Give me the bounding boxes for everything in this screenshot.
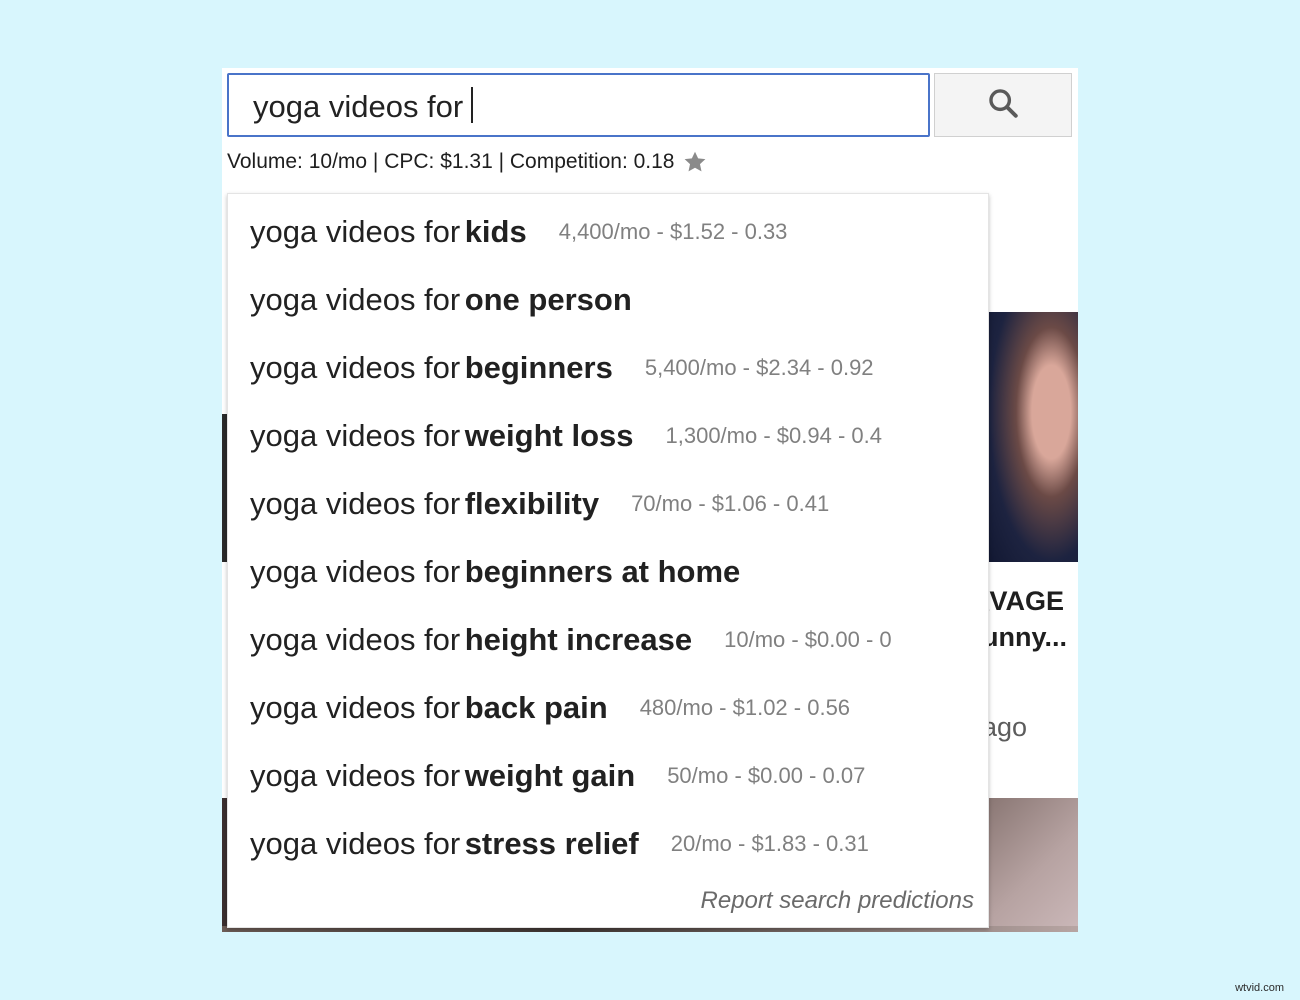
suggestion-prefix: yoga videos for xyxy=(250,486,461,521)
suggestion-completion: stress relief xyxy=(464,826,639,861)
suggestion-completion: back pain xyxy=(464,690,608,725)
suggestion-item[interactable]: yoga videos for stress relief 20/mo - $1.… xyxy=(250,814,869,874)
suggestion-item[interactable]: yoga videos for weight gain 50/mo - $0.00… xyxy=(250,746,865,806)
suggestion-completion: beginners at home xyxy=(464,554,741,589)
suggestion-completion: kids xyxy=(464,214,527,249)
suggestion-item[interactable]: yoga videos for kids 4,400/mo - $1.52 - 0… xyxy=(250,202,787,262)
suggestion-item[interactable]: yoga videos for height increase 10/mo - $… xyxy=(250,610,892,670)
video-meta: ago xyxy=(982,712,1028,742)
suggestion-completion: weight loss xyxy=(464,418,634,453)
suggestion-prefix: yoga videos for xyxy=(250,418,461,453)
suggestion-metrics: 50/mo - $0.00 - 0.07 xyxy=(667,763,866,788)
search-bar: yoga videos for xyxy=(226,72,1074,140)
text-cursor xyxy=(471,87,474,123)
suggestion-completion: flexibility xyxy=(464,486,600,521)
suggestion-completion: one person xyxy=(464,282,632,317)
search-button[interactable] xyxy=(934,73,1072,137)
suggestion-item[interactable]: yoga videos for one person xyxy=(250,270,632,330)
suggestion-metrics: 480/mo - $1.02 - 0.56 xyxy=(639,695,851,720)
report-search-predictions-link[interactable]: Report search predictions xyxy=(701,887,974,915)
suggestion-prefix: yoga videos for xyxy=(250,758,461,793)
watermark: wtvid.com xyxy=(1235,982,1284,994)
search-icon xyxy=(986,86,1020,125)
keyword-stats: Volume: 10/mo | CPC: $1.31 | Competition… xyxy=(227,149,708,175)
suggestion-prefix: yoga videos for xyxy=(250,282,461,317)
autocomplete-dropdown: yoga videos for kids 4,400/mo - $1.52 - 0… xyxy=(227,193,989,928)
suggestion-item[interactable]: yoga videos for weight loss 1,300/mo - $0… xyxy=(250,406,882,466)
suggestion-item[interactable]: yoga videos for beginners 5,400/mo - $2.3… xyxy=(250,338,874,398)
suggestion-metrics: 5,400/mo - $2.34 - 0.92 xyxy=(644,355,874,380)
star-icon[interactable] xyxy=(682,149,708,175)
video-title[interactable]: \VAGE xyxy=(982,586,1078,617)
suggestion-prefix: yoga videos for xyxy=(250,554,461,589)
suggestion-completion: weight gain xyxy=(464,758,636,793)
video-title[interactable]: unny... xyxy=(982,622,1078,653)
suggestion-completion: beginners xyxy=(464,350,613,385)
keyword-stats-text: Volume: 10/mo | CPC: $1.31 | Competition… xyxy=(227,150,675,173)
suggestion-metrics: 4,400/mo - $1.52 - 0.33 xyxy=(558,219,788,244)
suggestion-prefix: yoga videos for xyxy=(250,826,461,861)
suggestion-item[interactable]: yoga videos for back pain 480/mo - $1.02 … xyxy=(250,678,850,738)
suggestion-prefix: yoga videos for xyxy=(250,214,461,249)
video-thumbnail[interactable] xyxy=(989,312,1078,562)
suggestion-prefix: yoga videos for xyxy=(250,690,461,725)
suggestion-prefix: yoga videos for xyxy=(250,350,461,385)
suggestion-metrics: 10/mo - $0.00 - 0 xyxy=(724,627,892,652)
search-query: yoga videos for xyxy=(253,89,464,124)
suggestion-item[interactable]: yoga videos for flexibility 70/mo - $1.06… xyxy=(250,474,829,534)
suggestion-metrics: 1,300/mo - $0.94 - 0.4 xyxy=(665,423,882,448)
suggestion-item[interactable]: yoga videos for beginners at home xyxy=(250,542,740,602)
suggestion-completion: height increase xyxy=(464,622,693,657)
suggestion-metrics: 20/mo - $1.83 - 0.31 xyxy=(670,831,869,856)
search-input[interactable]: yoga videos for xyxy=(227,73,930,137)
youtube-search-panel: \VAGE unny... ago yoga videos for Volume… xyxy=(222,68,1078,932)
suggestion-prefix: yoga videos for xyxy=(250,622,461,657)
suggestion-metrics: 70/mo - $1.06 - 0.41 xyxy=(631,491,830,516)
video-thumbnail[interactable] xyxy=(989,798,1078,932)
